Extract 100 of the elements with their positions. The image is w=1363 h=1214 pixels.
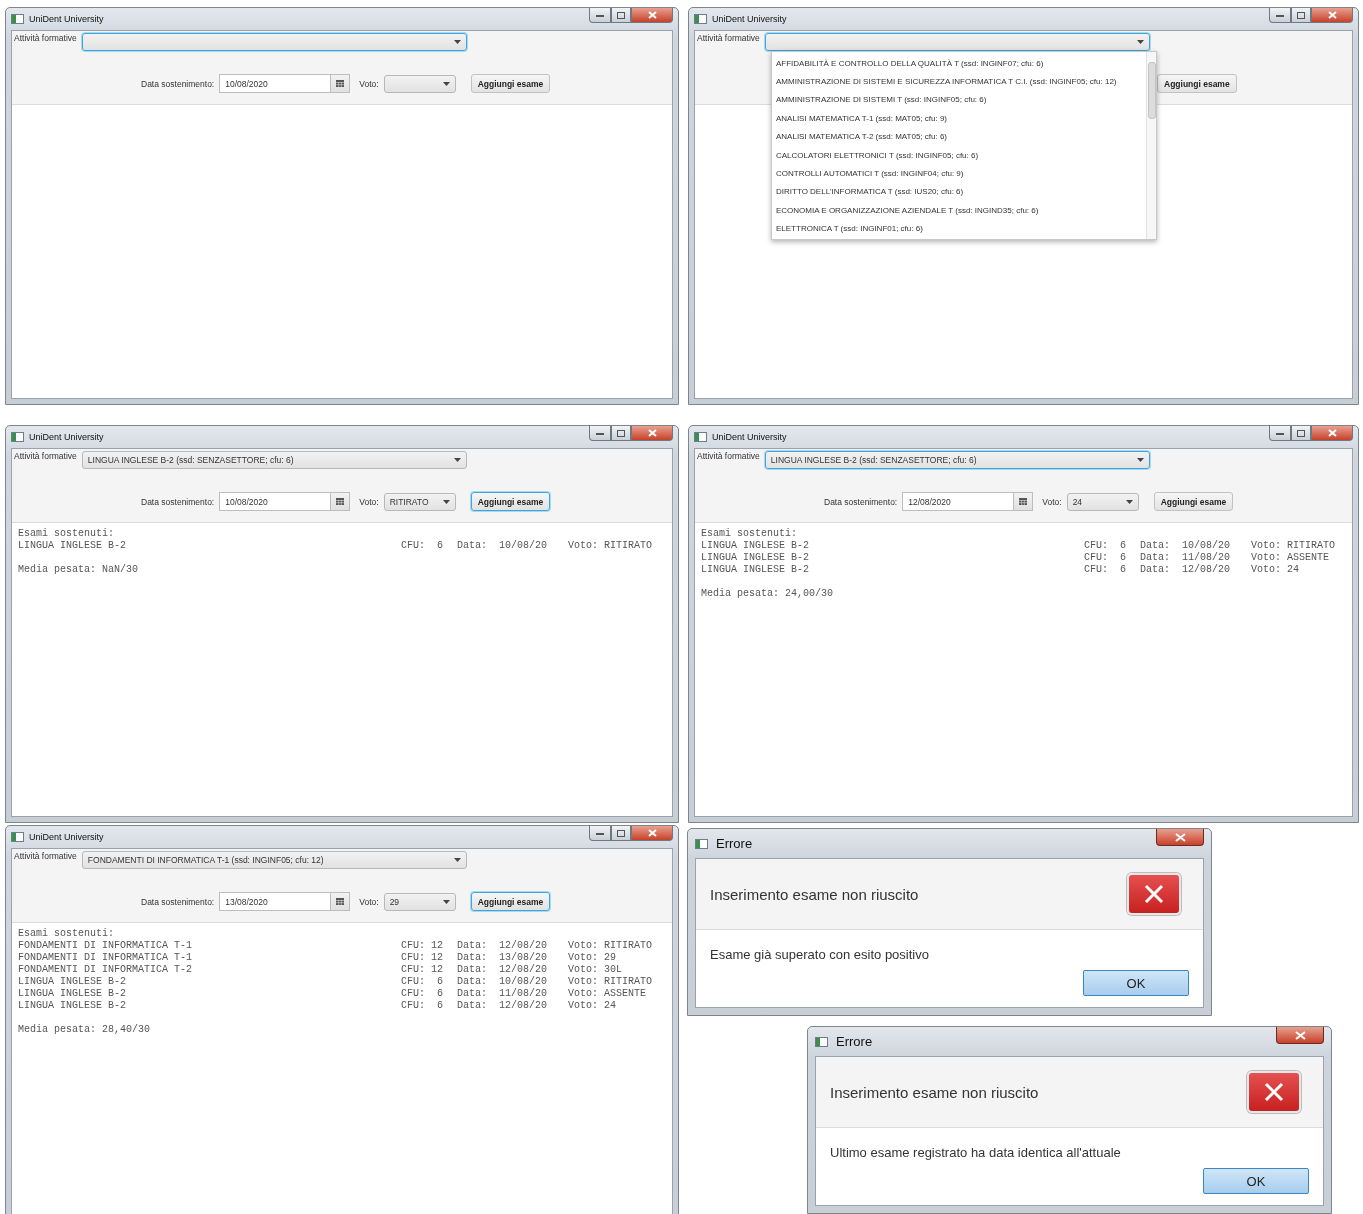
exam-grade: Voto: RITIRATO: [568, 940, 653, 952]
close-button[interactable]: [631, 826, 673, 841]
exam-grade: Voto: ASSENTE: [1251, 552, 1330, 564]
exam-name: LINGUA INGLESE B-2: [701, 552, 811, 564]
exam-name: FONDAMENTI DI INFORMATICA T-1: [18, 940, 194, 952]
close-button[interactable]: [1311, 426, 1353, 441]
weighted-average: Media pesata: 28,40/30: [18, 1024, 152, 1036]
dialog-title: Errore: [836, 1034, 874, 1049]
exam-credits: CFU: 6: [1084, 564, 1127, 576]
close-icon: [1327, 429, 1337, 437]
maximize-button[interactable]: [1291, 8, 1311, 23]
dropdown-option[interactable]: ANALISI MATEMATICA T-2 (ssd: MAT05; cfu: 6): [772, 127, 1146, 146]
dropdown-option[interactable]: CALCOLATORI ELETTRONICI T (ssd: INGINF05; cfu: 6): [772, 145, 1146, 165]
exam-name: FONDAMENTI DI INFORMATICA T-1: [18, 952, 194, 964]
exam-name: LINGUA INGLESE B-2: [18, 976, 128, 988]
caret-icon: [1136, 40, 1144, 44]
grade-dropdown[interactable]: RITIRATO: [383, 492, 456, 511]
grade-dropdown[interactable]: 29: [383, 892, 456, 911]
exam-credits: CFU: 6: [401, 540, 444, 552]
close-button[interactable]: [1311, 8, 1353, 23]
grade-dropdown[interactable]: 24: [1066, 492, 1139, 511]
add-exam-button[interactable]: Aggiungi esame: [470, 892, 551, 911]
caret-icon: [442, 499, 450, 504]
maximize-button[interactable]: [611, 8, 631, 23]
dropdown-option[interactable]: AMMINISTRAZIONE DI SISTEMI T (ssd: INGINF05; cfu: 6): [772, 90, 1146, 110]
app-icon: [694, 432, 707, 442]
minimize-button[interactable]: [1269, 8, 1291, 23]
exam-grade: Voto: 24: [1251, 564, 1300, 576]
activity-dropdown[interactable]: [764, 33, 1150, 51]
activity-dropdown[interactable]: LINGUA INGLESE B-2 (ssd: SENZASETTORE; cfu: 6): [81, 451, 467, 469]
calendar-button[interactable]: [330, 492, 351, 511]
dropdown-option[interactable]: DIRITTO DELL'INFORMATICA T (ssd: IUS20; cfu: 6): [772, 182, 1146, 202]
close-icon: [647, 11, 657, 19]
exam-name: LINGUA INGLESE B-2: [18, 988, 128, 1000]
add-exam-button[interactable]: Aggiungi esame: [1157, 74, 1237, 93]
window-title: UniDent University: [29, 832, 105, 842]
minimize-icon: [596, 831, 604, 835]
caret-icon: [442, 81, 450, 86]
exam-name: LINGUA INGLESE B-2: [18, 540, 128, 552]
minimize-icon: [1276, 13, 1284, 17]
close-button[interactable]: [1276, 1027, 1324, 1044]
dialog-title: Errore: [716, 836, 754, 851]
calendar-button[interactable]: [1013, 492, 1034, 511]
calendar-button[interactable]: [330, 74, 351, 93]
calendar-button[interactable]: [330, 892, 351, 911]
app-icon: [11, 14, 24, 24]
activity-dropdown[interactable]: LINGUA INGLESE B-2 (ssd: SENZASETTORE; cfu: 6): [764, 451, 1150, 469]
dropdown-option[interactable]: CONTROLLI AUTOMATICI T (ssd: INGINF04; cfu: 9): [772, 164, 1146, 183]
add-exam-button[interactable]: Aggiungi esame: [470, 74, 551, 93]
caret-icon: [453, 40, 461, 44]
exam-date: Data: 10/08/20: [457, 976, 548, 988]
dropdown-option[interactable]: AMMINISTRAZIONE DI SISTEMI E SICUREZZA INFORMATICA T C.I. (ssd: INGINF05; cfu: 12): [772, 72, 1146, 91]
exam-credits: CFU: 12: [401, 964, 444, 976]
exam-grade: Voto: RITIRATO: [1251, 540, 1336, 552]
exam-date: Data: 11/08/20: [1140, 552, 1231, 564]
dropdown-option[interactable]: ANALISI MATEMATICA T-1 (ssd: MAT05; cfu: 9): [772, 109, 1146, 128]
window-title: UniDent University: [29, 432, 105, 442]
ok-button[interactable]: OK: [1083, 970, 1189, 996]
date-field[interactable]: 13/08/2020: [219, 892, 331, 911]
minimize-icon: [596, 431, 604, 435]
field-label: Attività formative: [14, 851, 77, 861]
close-button[interactable]: [631, 426, 673, 441]
scrollbar[interactable]: [1146, 52, 1156, 239]
add-exam-button[interactable]: Aggiungi esame: [1153, 492, 1234, 511]
dropdown-option[interactable]: AFFIDABILITÀ E CONTROLLO DELLA QUALITÀ T (ssd: INGINF07; cfu: 6): [772, 54, 1146, 73]
field-label: Voto:: [359, 496, 379, 507]
close-icon: [1294, 1030, 1306, 1040]
minimize-button[interactable]: [589, 826, 611, 841]
calendar-icon: [1019, 498, 1028, 505]
add-exam-button[interactable]: Aggiungi esame: [470, 492, 551, 511]
maximize-button[interactable]: [1291, 426, 1311, 441]
ok-button[interactable]: OK: [1203, 1168, 1309, 1194]
dialog-header: Inserimento esame non riuscito: [710, 885, 919, 903]
exam-credits: CFU: 6: [401, 988, 444, 1000]
close-button[interactable]: [1156, 829, 1204, 846]
field-label: Voto:: [359, 896, 379, 907]
minimize-button[interactable]: [589, 426, 611, 441]
close-icon: [1174, 832, 1186, 842]
exam-name: LINGUA INGLESE B-2: [701, 564, 811, 576]
date-field[interactable]: 10/08/2020: [219, 74, 331, 93]
caret-icon: [453, 458, 461, 462]
maximize-button[interactable]: [611, 826, 631, 841]
results-heading: Esami sostenuti:: [18, 928, 115, 940]
field-label: Attività formative: [14, 33, 77, 43]
results-heading: Esami sostenuti:: [701, 528, 798, 540]
dropdown-option[interactable]: ECONOMIA E ORGANIZZAZIONE AZIENDALE T (ssd: INGIND35; cfu: 6): [772, 201, 1146, 220]
cross-icon: [1144, 884, 1164, 904]
date-field[interactable]: 10/08/2020: [219, 492, 331, 511]
exam-grade: Voto: RITIRATO: [568, 540, 653, 552]
exam-grade: Voto: RITIRATO: [568, 976, 653, 988]
maximize-button[interactable]: [611, 426, 631, 441]
dropdown-option[interactable]: ELETTRONICA T (ssd: INGINF01; cfu: 6): [772, 219, 1146, 238]
date-field[interactable]: 12/08/2020: [902, 492, 1014, 511]
field-label: Data sostenimento:: [141, 896, 215, 907]
minimize-button[interactable]: [589, 8, 611, 23]
minimize-button[interactable]: [1269, 426, 1291, 441]
exam-date: Data: 10/08/20: [1140, 540, 1231, 552]
close-button[interactable]: [631, 8, 673, 23]
activity-dropdown[interactable]: FONDAMENTI DI INFORMATICA T-1 (ssd: INGINF05; cfu: 12): [81, 851, 467, 869]
app-icon: [815, 1036, 828, 1047]
